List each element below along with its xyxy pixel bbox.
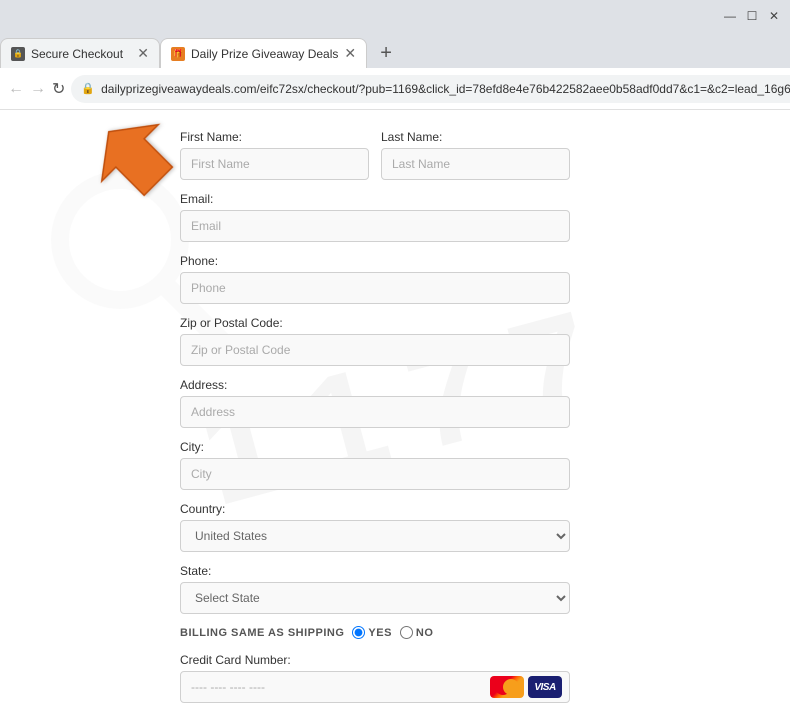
phone-group: Phone:	[180, 254, 570, 304]
billing-label: BILLING SAME AS SHIPPING	[180, 627, 344, 639]
state-select[interactable]: Select State	[180, 582, 570, 614]
zip-row: Zip or Postal Code:	[180, 316, 570, 366]
email-group: Email:	[180, 192, 570, 242]
billing-no-radio[interactable]	[400, 626, 413, 639]
tab-label-daily-prize: Daily Prize Giveaway Deals	[191, 47, 338, 61]
name-row: First Name: Last Name:	[180, 130, 570, 180]
tab-favicon-daily-prize: 🎁	[171, 47, 185, 61]
last-name-input[interactable]	[381, 148, 570, 180]
address-row: Address:	[180, 378, 570, 428]
country-group: Country: United States	[180, 502, 570, 552]
back-button[interactable]: ←	[8, 75, 24, 103]
billing-row: BILLING SAME AS SHIPPING YES NO	[180, 626, 570, 639]
zip-group: Zip or Postal Code:	[180, 316, 570, 366]
nav-bar: ← → ↻ 🔒 dailyprizegiveawaydeals.com/eifc…	[0, 68, 790, 110]
forward-button[interactable]: →	[30, 75, 46, 103]
address-bar[interactable]: 🔒 dailyprizegiveawaydeals.com/eifc72sx/c…	[71, 75, 790, 103]
phone-label: Phone:	[180, 254, 570, 268]
new-tab-button[interactable]: +	[371, 38, 401, 68]
reload-button[interactable]: ↻	[52, 75, 65, 103]
email-row: Email:	[180, 192, 570, 242]
zip-label: Zip or Postal Code:	[180, 316, 570, 330]
cc-number-group: Credit Card Number: VISA	[180, 653, 570, 703]
country-row: Country: United States	[180, 502, 570, 552]
tab-label-secure-checkout: Secure Checkout	[31, 47, 131, 61]
title-bar: — ☐ ✕	[0, 0, 790, 32]
tab-bar: 🔒 Secure Checkout ✕ 🎁 Daily Prize Giveaw…	[0, 32, 790, 68]
address-label: Address:	[180, 378, 570, 392]
address-group: Address:	[180, 378, 570, 428]
minimize-button[interactable]: —	[722, 8, 738, 24]
tab-close-secure-checkout[interactable]: ✕	[137, 45, 149, 62]
cc-number-row: Credit Card Number: VISA	[180, 653, 570, 703]
state-row: State: Select State	[180, 564, 570, 614]
last-name-label: Last Name:	[381, 130, 570, 144]
city-row: City:	[180, 440, 570, 490]
cc-input-wrap: VISA	[180, 671, 570, 703]
tab-favicon-lock: 🔒	[11, 47, 25, 61]
city-group: City:	[180, 440, 570, 490]
first-name-label: First Name:	[180, 130, 369, 144]
mastercard-icon	[490, 676, 524, 698]
billing-yes-text: YES	[368, 627, 392, 639]
tab-daily-prize[interactable]: 🎁 Daily Prize Giveaway Deals ✕	[160, 38, 367, 68]
state-group: State: Select State	[180, 564, 570, 614]
phone-input[interactable]	[180, 272, 570, 304]
form-container: First Name: Last Name: Email: Phone:	[0, 110, 600, 707]
cc-icons: VISA	[490, 676, 562, 698]
address-text: dailyprizegiveawaydeals.com/eifc72sx/che…	[101, 82, 790, 96]
city-input[interactable]	[180, 458, 570, 490]
visa-icon: VISA	[528, 676, 562, 698]
email-label: Email:	[180, 192, 570, 206]
billing-yes-radio[interactable]	[352, 626, 365, 639]
browser-window: — ☐ ✕ 🔒 Secure Checkout ✕ 🎁 Daily Prize …	[0, 0, 790, 707]
tab-close-daily-prize[interactable]: ✕	[344, 45, 356, 62]
country-select[interactable]: United States	[180, 520, 570, 552]
tab-secure-checkout[interactable]: 🔒 Secure Checkout ✕	[0, 38, 160, 68]
close-button[interactable]: ✕	[766, 8, 782, 24]
address-input[interactable]	[180, 396, 570, 428]
billing-no-text: NO	[416, 627, 434, 639]
email-input[interactable]	[180, 210, 570, 242]
first-name-input[interactable]	[180, 148, 369, 180]
maximize-button[interactable]: ☐	[744, 8, 760, 24]
state-label: State:	[180, 564, 570, 578]
billing-yes-label[interactable]: YES	[352, 626, 392, 639]
address-lock-icon: 🔒	[81, 82, 95, 95]
zip-input[interactable]	[180, 334, 570, 366]
city-label: City:	[180, 440, 570, 454]
cc-number-label: Credit Card Number:	[180, 653, 570, 667]
first-name-group: First Name:	[180, 130, 369, 180]
country-label: Country:	[180, 502, 570, 516]
page-content: 1 1 7 7 First Name:	[0, 110, 790, 707]
last-name-group: Last Name:	[381, 130, 570, 180]
phone-row: Phone:	[180, 254, 570, 304]
billing-no-label[interactable]: NO	[400, 626, 434, 639]
